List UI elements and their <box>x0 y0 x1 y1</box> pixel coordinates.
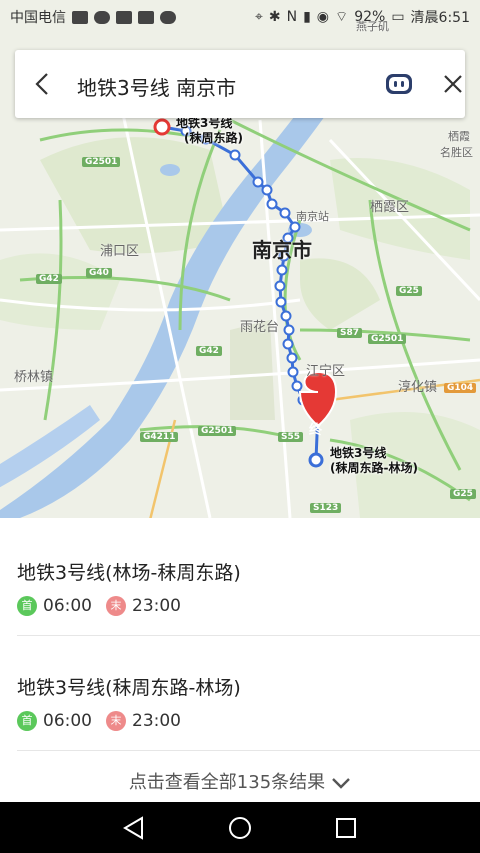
results-panel: 地铁3号线(林场-秣周东路) 首 06:00 末 23:00 地铁3号线(秣周东… <box>0 518 480 802</box>
highway-shield: S123 <box>310 503 342 513</box>
highway-shield: G25 <box>450 489 476 499</box>
highway-shield: G4211 <box>140 432 179 442</box>
district-label: 桥林镇 <box>14 370 54 385</box>
close-icon <box>444 75 462 93</box>
robot-icon <box>386 74 412 94</box>
nfc-icon: N <box>286 9 298 25</box>
circle-home-icon <box>229 817 251 839</box>
chevron-left-icon <box>35 73 48 95</box>
first-train-time: 06:00 <box>43 596 92 616</box>
route-times: 首 06:00 末 23:00 <box>17 711 181 731</box>
search-bar[interactable]: 地铁3号线 南京市 <box>15 50 465 118</box>
assistant-button[interactable] <box>385 72 413 96</box>
district-label: 栖霞区 <box>370 200 410 215</box>
nav-home-button[interactable] <box>226 814 254 842</box>
last-train-badge: 末 <box>106 711 126 731</box>
wifi-icon: ⌔ <box>335 9 349 25</box>
list-item[interactable]: 地铁3号线(秣周东路-林场) 首 06:00 末 23:00 <box>0 633 480 747</box>
district-label: 南京站 <box>296 210 329 223</box>
last-train-time: 23:00 <box>132 596 181 616</box>
start-station-line: 地铁3号线 <box>176 116 233 130</box>
briefcase-icon <box>138 10 154 24</box>
first-train-time: 06:00 <box>43 711 92 731</box>
highway-shield: G104 <box>444 383 477 393</box>
list-item[interactable]: 地铁3号线(林场-秣周东路) 首 06:00 末 23:00 <box>0 518 480 632</box>
eye-icon: ◉ <box>316 9 330 25</box>
bluetooth-icon: ✱ <box>268 9 281 25</box>
start-station-label[interactable]: 地铁3号线 (秣周东路) <box>176 116 243 146</box>
end-marker-label[interactable]: 终 <box>309 419 322 438</box>
start-station-name: (秣周东路) <box>184 131 243 145</box>
district-label: 雨花台 <box>240 320 280 335</box>
highway-shield: S55 <box>278 432 304 442</box>
back-button[interactable] <box>29 68 57 100</box>
location-icon: ⌖ <box>254 9 263 25</box>
last-train-time: 23:00 <box>132 711 181 731</box>
status-bar: 中国电信 ⌖ ✱ N ▮ ◉ ⌔ 92% ▭ 清晨6:51 <box>0 0 480 32</box>
battery-icon: ▭ <box>391 9 405 25</box>
weather-time: 清晨6:51 <box>410 10 470 26</box>
chevron-down-icon <box>332 778 351 789</box>
highway-shield: G42 <box>196 346 222 356</box>
search-query[interactable]: 地铁3号线 南京市 <box>77 72 236 101</box>
wechat-icon <box>94 10 110 24</box>
district-label: 浦口区 <box>100 244 140 259</box>
signal-icon: ▮ <box>303 9 311 25</box>
district-label: 江宁区 <box>306 364 346 379</box>
route-name: 地铁3号线(秣周东路-林场) <box>17 677 241 699</box>
mail-icon <box>116 10 132 24</box>
highway-shield: G2501 <box>82 157 121 167</box>
end-station-name: (秣周东路-林场) <box>330 461 418 475</box>
place-label: 名胜区 <box>440 146 473 159</box>
nav-recents-button[interactable] <box>332 814 360 842</box>
first-train-badge: 首 <box>17 711 37 731</box>
end-station-label[interactable]: 地铁3号线 (秣周东路-林场) <box>330 446 418 476</box>
highway-shield: G40 <box>86 268 112 278</box>
last-train-badge: 末 <box>106 596 126 616</box>
square-recents-icon <box>336 818 356 838</box>
highway-shield: S87 <box>337 328 363 338</box>
carrier-label: 中国电信 <box>10 10 66 26</box>
city-label: 南京市 <box>252 238 312 262</box>
nav-back-button[interactable] <box>120 814 148 842</box>
first-train-badge: 首 <box>17 596 37 616</box>
view-all-results-button[interactable]: 点击查看全部135条结果 <box>0 768 480 794</box>
end-station-line: 地铁3号线 <box>330 446 387 460</box>
highway-shield: G2501 <box>368 334 407 344</box>
start-station-marker <box>153 118 171 136</box>
highway-shield: G25 <box>396 286 422 296</box>
district-label: 淳化镇 <box>398 380 438 395</box>
battery-level: 92% <box>354 9 386 25</box>
place-label: 栖霞 <box>448 130 470 143</box>
system-nav-bar <box>0 802 480 853</box>
triangle-back-icon <box>123 816 143 840</box>
chat-icon <box>160 10 176 24</box>
route-name: 地铁3号线(林场-秣周东路) <box>17 562 241 584</box>
highway-shield: G42 <box>36 274 62 284</box>
route-times: 首 06:00 末 23:00 <box>17 596 181 616</box>
divider <box>17 750 480 751</box>
highway-shield: G2501 <box>198 426 237 436</box>
view-all-label: 点击查看全部135条结果 <box>128 772 326 793</box>
notification-icon <box>72 10 88 24</box>
close-button[interactable] <box>439 70 467 98</box>
